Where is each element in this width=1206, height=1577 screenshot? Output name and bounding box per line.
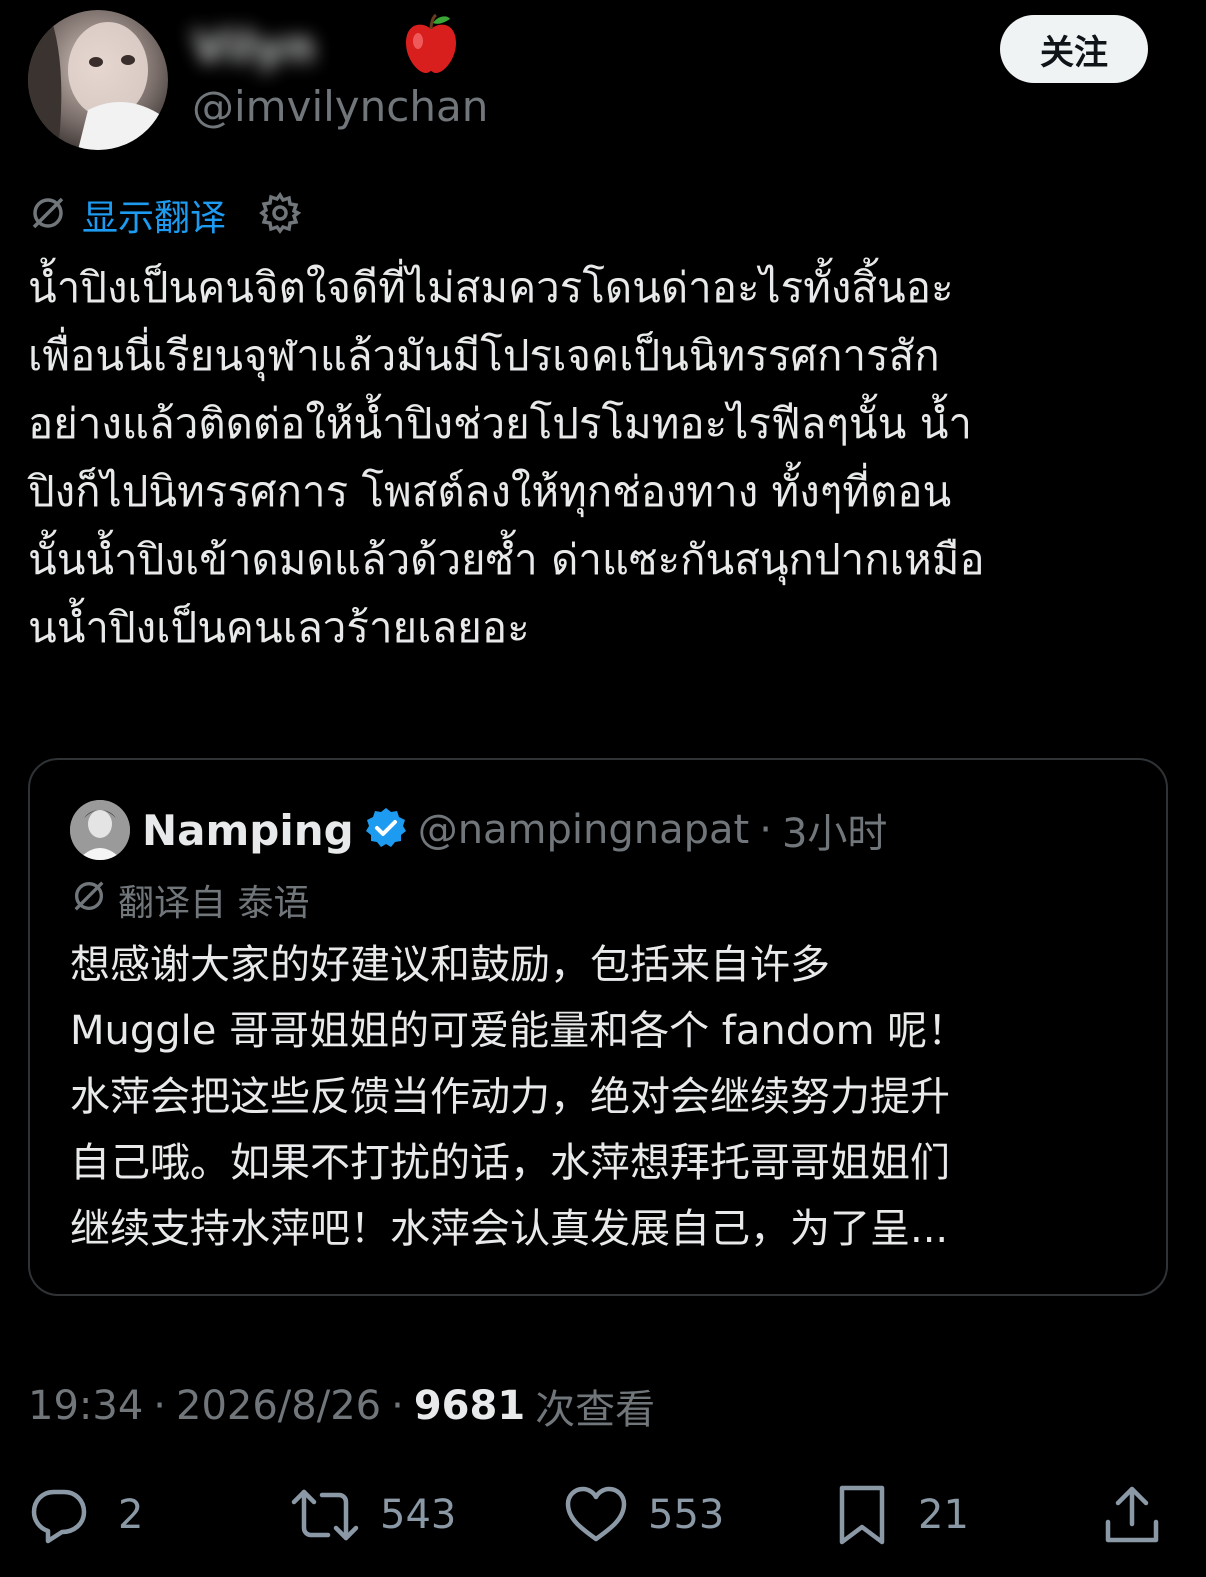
quoted-tweet[interactable]: Namping @nampingnapat · 3小时 翻译自 泰语 想感谢大家… (28, 758, 1168, 1296)
quoted-tweet-text: 想感谢大家的好建议和鼓励，包括来自许多 Muggle 哥哥姐姐的可爱能量和各个 … (70, 942, 968, 1252)
share-icon (1102, 1484, 1162, 1546)
bookmark-button[interactable]: 21 (836, 1480, 969, 1550)
bookmark-count: 21 (918, 1492, 969, 1538)
quoted-tweet-header: Namping @nampingnapat · 3小时 (142, 798, 887, 862)
retweet-button[interactable]: 543 (290, 1480, 456, 1550)
quoted-author-avatar[interactable] (70, 800, 130, 860)
view-count: 9681 (413, 1383, 526, 1429)
dot-separator: · (391, 1383, 404, 1429)
show-translation-link[interactable]: 显示翻译 (82, 189, 226, 241)
like-count: 553 (648, 1492, 725, 1538)
tweet-time[interactable]: 19:34 (28, 1383, 143, 1429)
tweet-date[interactable]: 2026/8/26 (176, 1383, 381, 1429)
retweet-count: 543 (380, 1492, 457, 1538)
quoted-author-name[interactable]: Namping (142, 806, 354, 855)
reply-button[interactable]: 2 (28, 1480, 143, 1550)
tweet-text: น้ำปิงเป็นคนจิตใจดีที่ไม่สมควรโดนด่าอะไร… (28, 263, 985, 652)
quoted-translated-label: 翻译自 泰语 (70, 876, 309, 924)
follow-button[interactable]: 关注 (1000, 15, 1148, 83)
views-label: 次查看 (535, 1387, 656, 1433)
author-display-name[interactable]: Vilyn (192, 12, 460, 82)
bookmark-icon (836, 1484, 888, 1546)
author-name-text: Vilyn (192, 22, 316, 72)
quoted-tweet-time[interactable]: 3小时 (782, 801, 887, 859)
verified-badge-icon (364, 806, 408, 854)
reply-count: 2 (118, 1492, 144, 1538)
author-handle[interactable]: @imvilynchan (192, 82, 488, 131)
translate-icon (28, 193, 68, 237)
gear-icon[interactable] (258, 191, 302, 239)
reply-icon (28, 1484, 90, 1546)
translated-from-text: 翻译自 泰语 (118, 883, 310, 924)
action-bar: 2 543 553 21 (28, 1480, 1168, 1550)
retweet-icon (290, 1484, 360, 1546)
tweet-meta: 19:34 · 2026/8/26 · 9681 次查看 (28, 1378, 655, 1434)
quoted-author-handle[interactable]: @nampingnapat (418, 807, 750, 853)
share-button[interactable] (1102, 1480, 1162, 1550)
apple-emoji-icon (402, 13, 460, 82)
like-icon (564, 1485, 628, 1545)
translate-icon (70, 877, 108, 924)
translation-bar: 显示翻译 (28, 190, 302, 240)
dot-separator: · (759, 807, 772, 853)
dot-separator: · (153, 1383, 166, 1429)
like-button[interactable]: 553 (564, 1480, 724, 1550)
author-avatar[interactable] (28, 10, 168, 150)
